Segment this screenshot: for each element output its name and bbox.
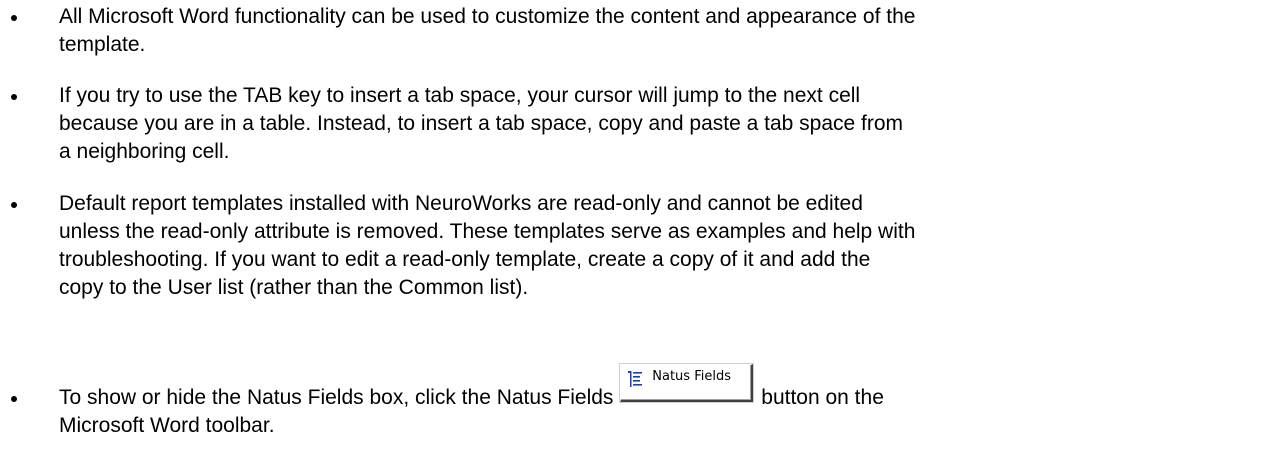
bullet-line: If you try to use the TAB key to insert … [59,84,861,107]
bullet-line: All Microsoft Word functionality can be … [59,5,916,28]
bullet-text: Default report templates installed with … [59,190,1265,302]
bullet-dot [11,202,17,208]
bullet-line: template. [59,33,146,56]
natus-fields-toolbar-button[interactable]: Natus Fields [620,364,754,402]
bullet-line: a neighboring cell. [59,140,230,163]
bullet-text: To show or hide the Natus Fields box, cl… [59,364,1265,440]
bullet-line: unless the read-only attribute is remove… [59,220,916,243]
bullet-text: All Microsoft Word functionality can be … [59,3,1265,59]
bullet-line: because you are in a table. Instead, to … [59,112,904,135]
bullet-text: If you try to use the TAB key to insert … [59,82,1265,166]
natus-fields-sentence-end: button on the [761,386,884,409]
bullet-line: troubleshooting. If you want to edit a r… [59,248,871,271]
bullet-dot [11,94,17,100]
bullet-dot [11,396,17,402]
bullet-dot [11,15,17,21]
natus-fields-button-label: Natus Fields [652,369,731,384]
bullet-line: To show or hide the Natus Fields box, cl… [59,364,1265,412]
natus-fields-sentence-start: To show or hide the Natus Fields box, cl… [59,386,620,409]
bullet-line: Default report templates installed with … [59,192,863,215]
bullet-line: copy to the User list (rather than the C… [59,276,529,299]
bullet-line: Microsoft Word toolbar. [59,414,275,437]
natus-fields-icon [628,371,643,387]
